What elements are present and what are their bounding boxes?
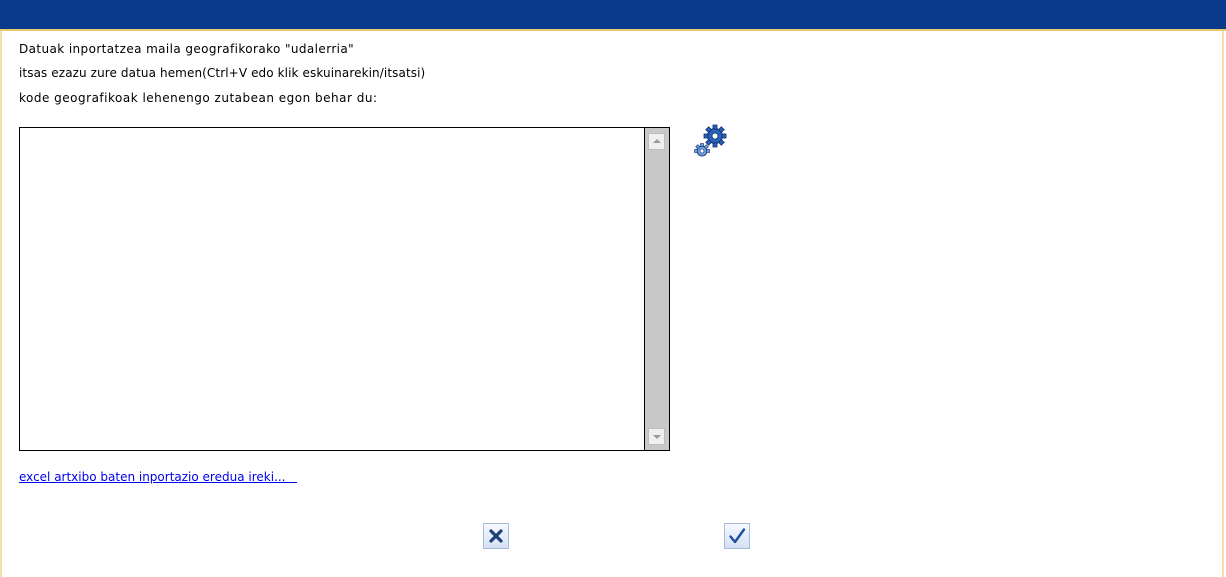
scroll-up-button[interactable] — [648, 133, 665, 150]
gear-settings-icon — [694, 124, 727, 157]
process-gear-button[interactable] — [692, 124, 728, 160]
instruction-paste: itsas ezazu zure datua hemen(Ctrl+V edo … — [19, 66, 426, 80]
confirm-button[interactable] — [724, 523, 750, 549]
arrow-up-icon — [653, 139, 661, 143]
import-dialog-body: Datuak inportatzea maila geografikorako … — [0, 31, 1224, 577]
close-x-icon — [489, 529, 503, 543]
cancel-button[interactable] — [483, 523, 509, 549]
vertical-scrollbar[interactable] — [644, 128, 669, 450]
open-excel-template-link[interactable]: excel artxibo baten inportazio eredua ir… — [19, 470, 297, 484]
checkmark-icon — [729, 528, 746, 544]
scroll-down-button[interactable] — [648, 428, 665, 445]
dialog-titlebar — [0, 0, 1226, 31]
arrow-down-icon — [653, 435, 661, 439]
data-input-box — [19, 127, 670, 451]
instruction-title: Datuak inportatzea maila geografikorako … — [19, 42, 355, 56]
instruction-geo-code: kode geografikoak lehenengo zutabean ego… — [19, 91, 378, 105]
data-paste-textarea[interactable] — [20, 128, 644, 450]
